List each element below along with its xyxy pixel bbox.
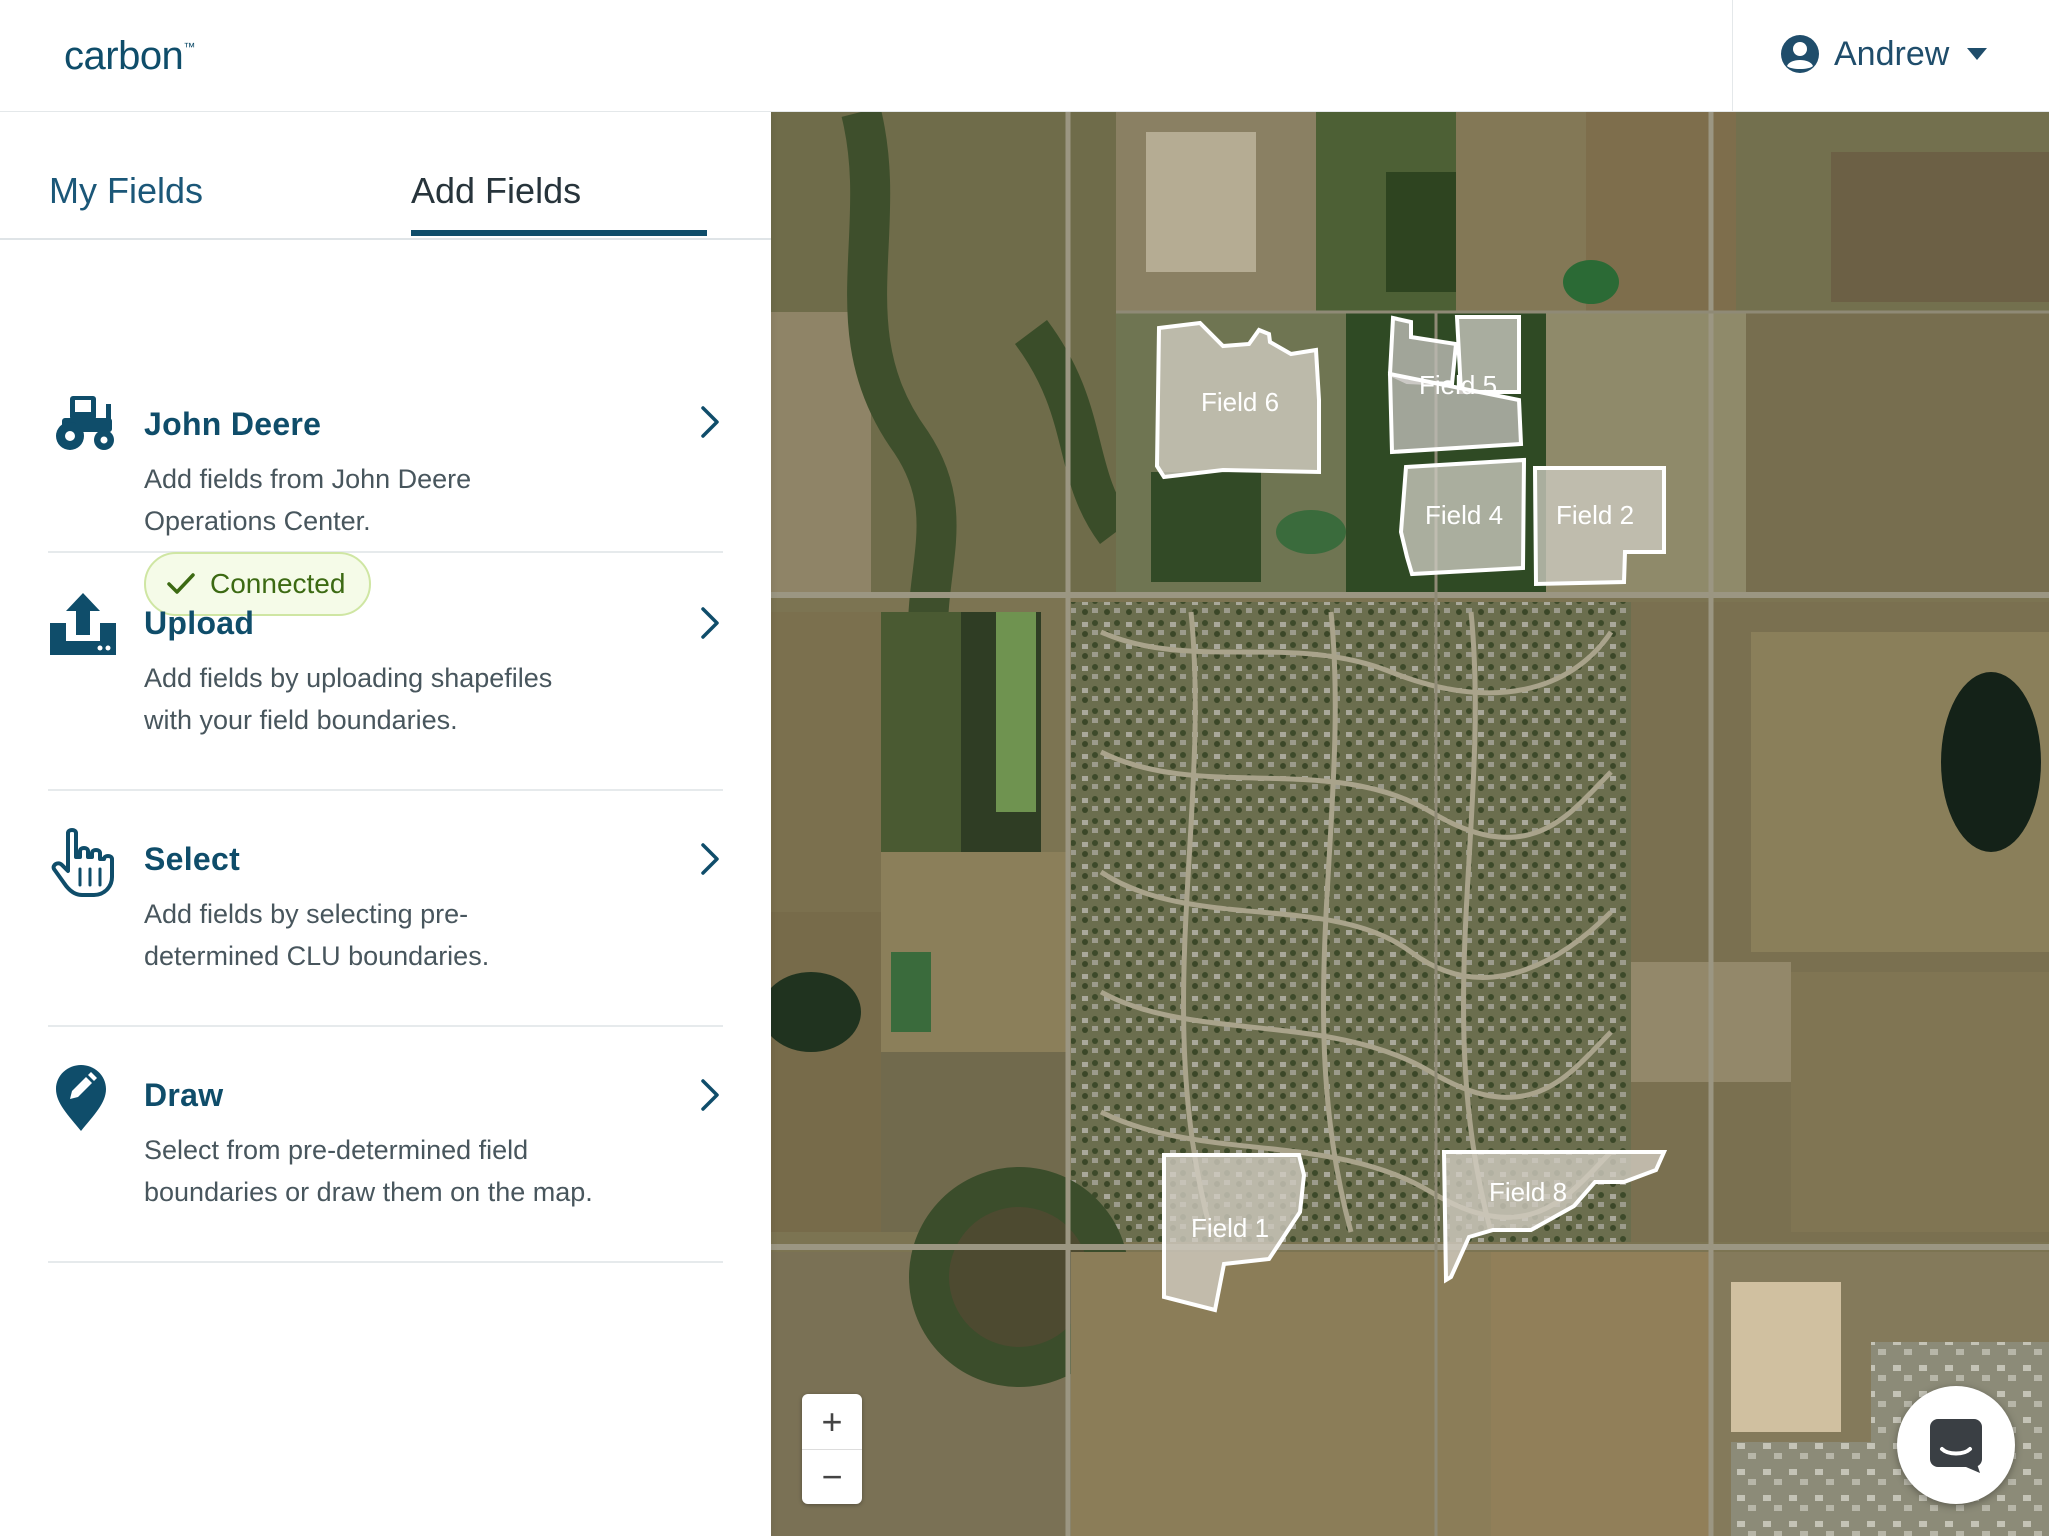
header-divider — [1732, 0, 1733, 112]
zoom-out-button[interactable]: − — [802, 1449, 862, 1504]
carbon-logo[interactable]: carbon™ — [64, 34, 195, 79]
chat-icon — [1930, 1419, 1982, 1473]
pencil-pin-icon — [56, 1065, 106, 1131]
option-select[interactable]: Select Add fields by selecting pre- dete… — [48, 791, 723, 1027]
option-description: Add fields by uploading shapefiles with … — [144, 663, 553, 735]
chevron-down-icon — [1967, 48, 1988, 60]
chat-launcher-button[interactable] — [1897, 1386, 2015, 1504]
tab-my-fields[interactable]: My Fields — [49, 170, 203, 212]
option-description: Add fields from John Deere Operations Ce… — [144, 464, 472, 536]
upload-icon — [50, 593, 116, 655]
option-description: Add fields by selecting pre- determined … — [144, 899, 490, 971]
option-draw[interactable]: Draw Select from pre-determined field bo… — [48, 1027, 723, 1263]
map-canvas[interactable]: Field 6 Field 5 Field 4 Field 2 Field 1 … — [771, 112, 2049, 1536]
chevron-right-icon — [701, 1079, 719, 1111]
field-label: Field 6 — [1201, 387, 1279, 417]
option-john-deere[interactable]: John Deere Add fields from John Deere Op… — [48, 262, 723, 616]
option-description: Select from pre-determined field boundar… — [144, 1135, 593, 1207]
field-label: Field 5 — [1419, 370, 1497, 400]
field-label: Field 8 — [1489, 1177, 1567, 1207]
zoom-controls: + − — [802, 1394, 862, 1504]
active-tab-indicator — [411, 230, 707, 236]
tab-bar: My Fields Add Fields — [0, 112, 771, 240]
option-title: John Deere — [144, 406, 322, 442]
pointer-hand-icon — [51, 828, 114, 897]
zoom-in-button[interactable]: + — [802, 1394, 862, 1449]
user-avatar-icon — [1781, 35, 1819, 73]
user-menu[interactable]: Andrew — [1780, 34, 1988, 74]
option-title: Upload — [144, 605, 255, 641]
chevron-right-icon — [701, 843, 719, 875]
sidebar: My Fields Add Fields John Deere Add fiel… — [0, 112, 771, 1536]
option-title: Draw — [144, 1077, 224, 1113]
field-label: Field 2 — [1556, 500, 1634, 530]
satellite-map[interactable]: Field 6 Field 5 Field 4 Field 2 Field 1 … — [771, 112, 2049, 1536]
app-header: carbon™ Andrew — [0, 0, 2049, 112]
field-label: Field 4 — [1425, 500, 1503, 530]
option-upload[interactable]: Upload Add fields by uploading shapefile… — [48, 555, 723, 791]
option-title: Select — [144, 841, 241, 877]
field-label: Field 1 — [1191, 1213, 1269, 1243]
chevron-right-icon — [701, 406, 719, 438]
tab-add-fields[interactable]: Add Fields — [411, 170, 581, 212]
user-name: Andrew — [1834, 34, 1950, 73]
chevron-right-icon — [701, 607, 719, 639]
tractor-icon — [56, 396, 114, 450]
